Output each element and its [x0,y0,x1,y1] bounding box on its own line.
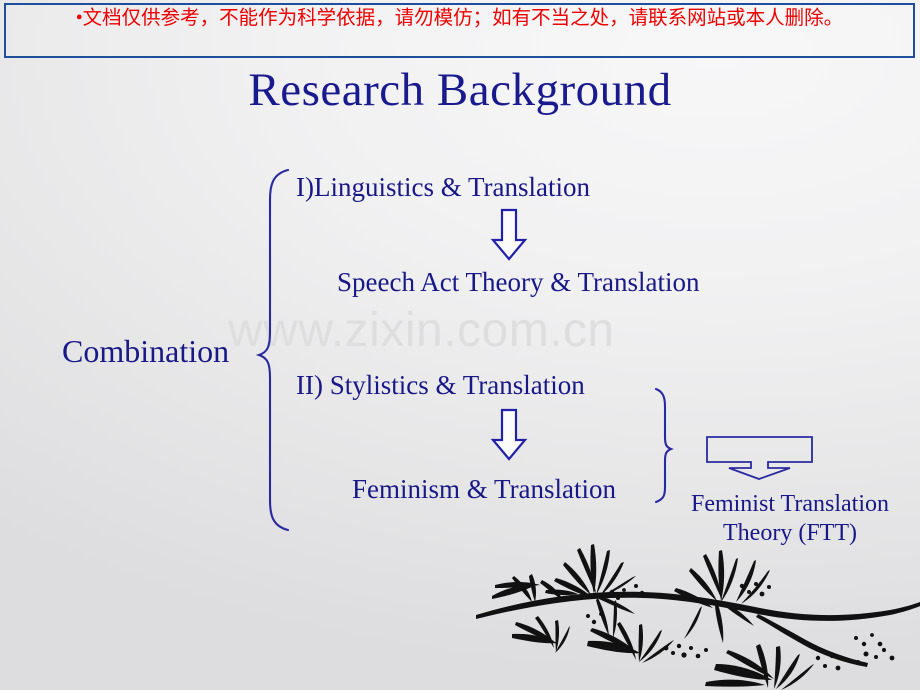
disclaimer-body: 文档仅供参考，不能作为科学依据，请勿模仿；如有不当之处，请联系网站或本人删除。 [82,8,844,29]
watermark-text: www.zixin.com.cn [228,304,615,357]
bamboo-leaf-cluster-lower-mid [587,622,674,663]
bamboo-leaf-cluster-lower-left [512,616,570,653]
disclaimer-text: •文档仅供参考，不能作为科学依据，请勿模仿；如有不当之处，请联系网站或本人删除。 [70,5,849,31]
right-brace [654,387,674,504]
down-arrow-callout-icon [706,436,813,480]
bamboo-blossom-dots [586,582,895,671]
diagram-node-speech-act-theory: Speech Act Theory & Translation [337,267,700,297]
diagram-node-feminist-translation-theory: Feminist Translation Theory (FTT) [690,491,890,546]
diagram-node-stylistics: II) Stylistics & Translation [296,370,585,400]
diagram-node-combination: Combination [62,333,230,369]
diagram-node-feminism: Feminism & Translation [352,474,617,504]
down-arrow-icon-2 [490,408,528,461]
slide-canvas: www.zixin.com.cn •文档仅供参考，不能作为科学依据，请勿模仿；如… [0,0,920,690]
bamboo-leaf-cluster-upper-right [674,550,770,643]
bamboo-leaf-cluster-upper-left [492,574,578,602]
bamboo-stem [476,591,920,621]
bamboo-branch-illustration [476,544,920,690]
bamboo-stem-2 [756,614,868,667]
diagram-node-linguistics: I)Linguistics & Translation [296,172,591,202]
bamboo-leaf-cluster-lower-right [705,644,814,690]
page-title: Research Background [248,64,672,116]
bullet-icon: • [75,8,83,29]
down-arrow-icon-1 [490,208,528,261]
disclaimer-banner: •文档仅供参考，不能作为科学依据，请勿模仿；如有不当之处，请联系网站或本人删除。 [4,3,915,58]
bamboo-leaf-cluster-upper-mid [554,544,636,638]
